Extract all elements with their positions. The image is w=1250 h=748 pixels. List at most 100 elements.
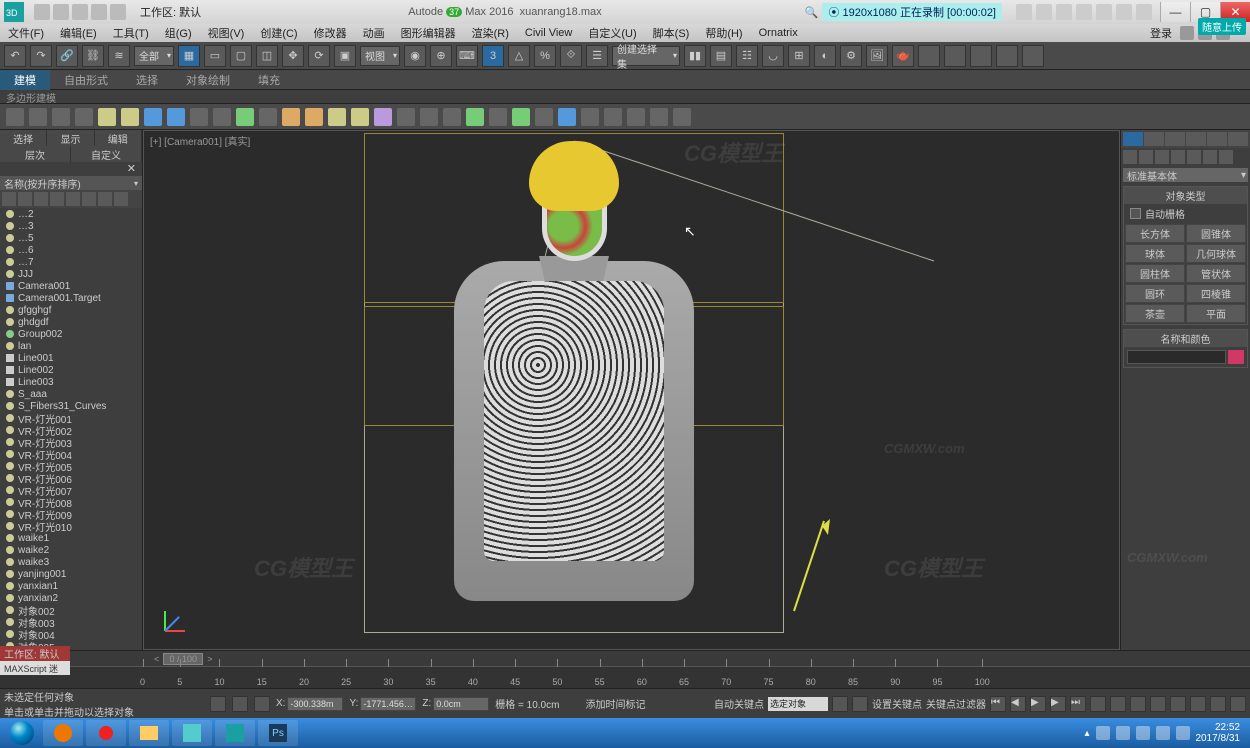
rib-ico-25[interactable] <box>558 108 576 126</box>
tray-icon-2[interactable] <box>1116 726 1130 740</box>
scene-item[interactable]: …6 <box>0 244 142 256</box>
mirror-icon[interactable]: ▮▮ <box>684 45 706 67</box>
menu-civil[interactable]: Civil View <box>517 27 580 39</box>
scene-item[interactable]: VR-灯光010 <box>0 520 142 532</box>
lp-close-button[interactable]: ✕ <box>0 162 142 176</box>
scene-item[interactable]: lan <box>0 340 142 352</box>
lp-fi-6[interactable] <box>82 192 96 206</box>
rib-ico-30[interactable] <box>673 108 691 126</box>
tray-icon-3[interactable] <box>1136 726 1150 740</box>
rib-ico-6[interactable] <box>121 108 139 126</box>
menu-tools[interactable]: 工具(T) <box>105 25 157 41</box>
lp-header[interactable]: 名称(按升序排序) <box>0 176 142 190</box>
lp-tab-edit[interactable]: 编辑 <box>95 130 142 146</box>
rib-ico-16[interactable] <box>351 108 369 126</box>
title-icon-6[interactable] <box>1116 4 1132 20</box>
select-icon[interactable]: ▦ <box>178 45 200 67</box>
minimize-button[interactable]: — <box>1160 2 1190 22</box>
lp-fi-5[interactable] <box>66 192 80 206</box>
move-icon[interactable]: ✥ <box>282 45 304 67</box>
spinner-snap-icon[interactable]: ⟐ <box>560 45 582 67</box>
menu-create[interactable]: 创建(C) <box>252 25 305 41</box>
scene-item[interactable]: yanxian1 <box>0 580 142 592</box>
time-slider[interactable]: < 0 / 100 > <box>0 650 1250 666</box>
prim-pyramid[interactable]: 四棱锥 <box>1186 284 1246 303</box>
prim-teapot[interactable]: 茶壶 <box>1125 304 1185 323</box>
rib-ico-4[interactable] <box>75 108 93 126</box>
select-name-icon[interactable]: ▭ <box>204 45 226 67</box>
named-sets[interactable]: 创建选择集 <box>612 46 680 66</box>
rib-ico-3[interactable] <box>52 108 70 126</box>
manip-icon[interactable]: ⊕ <box>430 45 452 67</box>
shapes-icon[interactable] <box>1139 150 1153 164</box>
lp-tab-display[interactable]: 显示 <box>47 130 94 146</box>
task-record[interactable] <box>86 720 126 746</box>
hierarchy-tab-icon[interactable] <box>1165 132 1185 146</box>
space-icon[interactable] <box>1203 150 1217 164</box>
helpers-icon[interactable] <box>1187 150 1201 164</box>
tb-extra-2[interactable] <box>944 45 966 67</box>
title-icon-1[interactable] <box>1016 4 1032 20</box>
viewport-label[interactable]: [+] [Camera001] [真实] <box>150 133 250 148</box>
rib-ico-23[interactable] <box>512 108 530 126</box>
rib-ico-27[interactable] <box>604 108 622 126</box>
tb-extra-4[interactable] <box>996 45 1018 67</box>
title-icon-7[interactable] <box>1136 4 1152 20</box>
rib-ico-2[interactable] <box>29 108 47 126</box>
scene-item[interactable]: waike1 <box>0 532 142 544</box>
ribbon-selection[interactable]: 选择 <box>122 70 172 90</box>
scene-item[interactable]: …2 <box>0 208 142 220</box>
prim-tube[interactable]: 管状体 <box>1186 264 1246 283</box>
motion-tab-icon[interactable] <box>1186 132 1206 146</box>
lights-icon[interactable] <box>1155 150 1169 164</box>
prim-torus[interactable]: 圆环 <box>1125 284 1185 303</box>
lp-fi-2[interactable] <box>18 192 32 206</box>
lp-fi-4[interactable] <box>50 192 64 206</box>
lp-sub-hierarchy[interactable]: 层次 <box>0 146 71 162</box>
display-tab-icon[interactable] <box>1207 132 1227 146</box>
systems-icon[interactable] <box>1219 150 1233 164</box>
align-icon[interactable]: ▤ <box>710 45 732 67</box>
rib-ico-15[interactable] <box>328 108 346 126</box>
task-app-4[interactable] <box>172 720 212 746</box>
rib-ico-11[interactable] <box>236 108 254 126</box>
task-app-1[interactable] <box>43 720 83 746</box>
tb-extra-1[interactable] <box>918 45 940 67</box>
tray-expand-icon[interactable]: ▴ <box>1084 728 1089 739</box>
rib-ico-7[interactable] <box>144 108 162 126</box>
lp-fi-7[interactable] <box>98 192 112 206</box>
selection-filter[interactable]: 全部 <box>134 46 174 66</box>
scene-item[interactable]: ghdgdf <box>0 316 142 328</box>
menu-render[interactable]: 渲染(R) <box>464 25 517 41</box>
tray-icon-5[interactable] <box>1176 726 1190 740</box>
qat-undo-icon[interactable] <box>91 4 107 20</box>
prim-cylinder[interactable]: 圆柱体 <box>1125 264 1185 283</box>
rotate-icon[interactable]: ⟳ <box>308 45 330 67</box>
rib-ico-9[interactable] <box>190 108 208 126</box>
rib-ico-12[interactable] <box>259 108 277 126</box>
system-clock[interactable]: 22:522017/8/31 <box>1196 722 1241 744</box>
start-button[interactable] <box>4 720 40 746</box>
window-crossing-icon[interactable]: ◫ <box>256 45 278 67</box>
prim-cone[interactable]: 圆锥体 <box>1186 224 1246 243</box>
rib-ico-1[interactable] <box>6 108 24 126</box>
object-name-field[interactable] <box>1127 350 1226 364</box>
rib-ico-17[interactable] <box>374 108 392 126</box>
tray-icon-1[interactable] <box>1096 726 1110 740</box>
ribbon-paint[interactable]: 对象绘制 <box>172 70 244 90</box>
layers-icon[interactable]: ☷ <box>736 45 758 67</box>
title-icon-5[interactable] <box>1096 4 1112 20</box>
scene-item[interactable]: Group002 <box>0 328 142 340</box>
rib-ico-29[interactable] <box>650 108 668 126</box>
schematic-icon[interactable]: ⊞ <box>788 45 810 67</box>
render-frame-icon[interactable]: 🖼 <box>866 45 888 67</box>
rib-ico-13[interactable] <box>282 108 300 126</box>
lp-fi-1[interactable] <box>2 192 16 206</box>
qat-new-icon[interactable] <box>34 4 50 20</box>
maxscript-listener[interactable]: MAXScript 迷 <box>0 661 70 675</box>
menu-file[interactable]: 文件(F) <box>0 25 52 41</box>
cameras-icon[interactable] <box>1171 150 1185 164</box>
menu-graph[interactable]: 图形编辑器 <box>393 25 464 41</box>
tb-extra-3[interactable] <box>970 45 992 67</box>
menu-group[interactable]: 组(G) <box>157 25 200 41</box>
